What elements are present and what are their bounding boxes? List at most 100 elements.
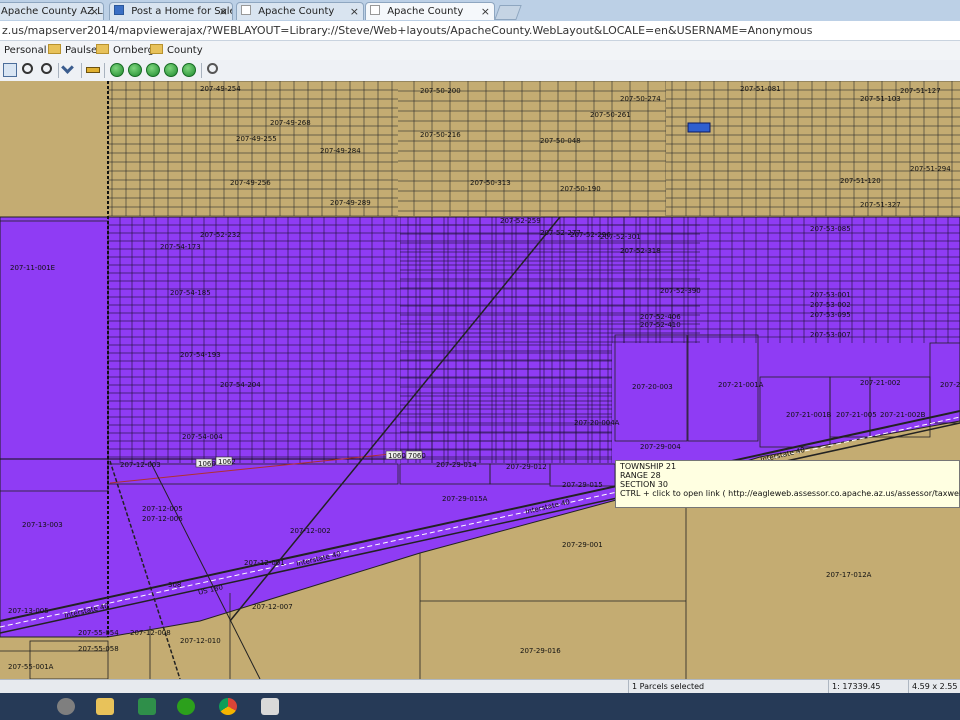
parcel-label: 207-12-007 — [252, 603, 293, 611]
status-selection: 1 Parcels selected — [628, 680, 828, 694]
road-label: 1060 — [198, 460, 216, 468]
parcel-tooltip[interactable]: TOWNSHIP 21 RANGE 28 SECTION 30 CTRL + c… — [615, 460, 960, 508]
close-icon[interactable]: × — [350, 3, 359, 20]
folder-icon[interactable] — [88, 695, 122, 718]
parcel-label: 207-52-301 — [600, 233, 641, 241]
parcel-label: 207-52-410 — [640, 321, 681, 329]
zoom-out-icon[interactable] — [41, 63, 52, 74]
parcel-label: 207-49-255 — [236, 135, 277, 143]
parcel-label: 207-29-012 — [506, 463, 547, 471]
folder-icon — [96, 44, 109, 54]
road-label: 1060 — [388, 452, 406, 460]
parcel-label: 207-51-327 — [860, 201, 901, 209]
parcel-grid — [666, 81, 960, 216]
parcel-label: 207-49-289 — [330, 199, 371, 207]
parcel-label: 207-12-010 — [180, 637, 221, 645]
parcel-label: 207-50-200 — [420, 87, 461, 95]
bookmark-personal[interactable]: Personal — [4, 44, 47, 57]
bookmarks-bar: Personal Paulsen Ornberg County — [0, 41, 960, 61]
close-icon[interactable]: × — [90, 3, 99, 20]
road-label: 7060 — [408, 452, 426, 460]
toolbar-separator — [58, 63, 59, 78]
globe-icon[interactable] — [164, 63, 178, 77]
tab-apache-county-1[interactable]: Apache County × — [236, 2, 364, 20]
parcel-label: 207-20-003 — [632, 383, 673, 391]
parcel-map-canvas[interactable] — [0, 81, 960, 679]
tab-apache-land[interactable]: Apache County AZ Land × — [0, 2, 104, 20]
parcel-label: 207-12-001 — [244, 559, 285, 567]
globe-icon[interactable] — [146, 63, 160, 77]
globe-icon[interactable] — [182, 63, 196, 77]
parcel-label: 207-54-004 — [182, 433, 223, 441]
zoom-rectangle-icon[interactable] — [3, 63, 17, 77]
parcel-label: 207-50-190 — [560, 185, 601, 193]
paint-icon[interactable] — [253, 695, 287, 718]
zillow-favicon-icon — [114, 5, 124, 15]
status-bar: 1 Parcels selected 1: 17339.45 4.59 x 2.… — [0, 679, 960, 705]
globe-icon[interactable] — [110, 63, 124, 77]
tooltip-link[interactable]: CTRL + click to open link ( http://eagle… — [620, 489, 960, 498]
money-icon[interactable] — [130, 695, 164, 718]
parcel-label: 207-29-015 — [562, 481, 603, 489]
parcel-label: 207-12-002 — [290, 527, 331, 535]
parcel-label: 207-54-204 — [220, 381, 261, 389]
parcel-label: 207-52-259 — [500, 217, 541, 225]
parcel-label: 207-21-008 — [940, 381, 960, 389]
road-label: 1062 — [218, 458, 236, 466]
selected-parcel[interactable] — [687, 122, 711, 133]
address-bar[interactable]: z.us/mapserver2014/mapviewerajax/?WEBLAY… — [0, 21, 960, 41]
map-view[interactable]: 1060 1062 1060 7060 Interstate 40 Inters… — [0, 81, 960, 679]
tab-label: Apache County AZ Land — [1, 6, 103, 17]
parcel-label: 207-50-274 — [620, 95, 661, 103]
parcel-label: 207-12-008 — [130, 629, 171, 637]
parcel-label: 207-51-127 — [900, 87, 941, 95]
map-toolbar — [0, 60, 960, 82]
parcel-label: 207-21-002 — [860, 379, 901, 387]
parcel-label: 207-52-318 — [620, 247, 661, 255]
pan-icon[interactable] — [61, 61, 74, 74]
folder-icon — [150, 44, 163, 54]
parcel-label: 207-29-004 — [640, 443, 681, 451]
bookmark-ornberg[interactable]: Ornberg — [96, 44, 154, 57]
measure-icon[interactable] — [86, 67, 100, 73]
parcel-label: 207-21-001A — [718, 381, 764, 389]
parcel-label: 207-55-058 — [78, 645, 119, 653]
new-tab-button[interactable] — [494, 5, 522, 20]
tooltip-range: RANGE 28 — [620, 471, 661, 480]
toolbar-separator — [81, 63, 82, 78]
tab-apache-county-2[interactable]: Apache County × — [365, 2, 495, 20]
tooltip-township: TOWNSHIP 21 — [620, 462, 677, 471]
refresh-icon[interactable] — [207, 63, 218, 74]
tab-post-home[interactable]: Post a Home for Sale | Z × — [109, 2, 233, 20]
quickbooks-icon[interactable] — [169, 695, 203, 718]
status-empty — [0, 680, 628, 694]
status-size: 4.59 x 2.55 (mi) — [908, 680, 960, 705]
parcel-label: 207-50-216 — [420, 131, 461, 139]
parcel-label: 207-12-003 — [120, 461, 161, 469]
bookmark-county[interactable]: County — [150, 44, 203, 57]
parcel-label: 207-21-002B — [880, 411, 926, 419]
parcel-label: 207-53-001 — [810, 291, 851, 299]
parcel-label: 207-29-016 — [520, 647, 561, 655]
tab-bar: Apache County AZ Land × Post a Home for … — [0, 0, 960, 22]
tab-label: Apache County — [387, 6, 464, 17]
chrome-icon[interactable] — [211, 695, 245, 718]
windows-explorer-icon[interactable] — [49, 695, 83, 718]
parcel-label: 207-49-254 — [200, 85, 241, 93]
globe-icon[interactable] — [128, 63, 142, 77]
parcel-label: 207-52-390 — [660, 287, 701, 295]
parcel-label: 207-29-014 — [436, 461, 477, 469]
zoom-in-icon[interactable] — [22, 63, 33, 74]
parcel-label: 207-17-012A — [826, 571, 872, 579]
parcel-label: 207-51-294 — [910, 165, 951, 173]
parcel-label: 207-50-048 — [540, 137, 581, 145]
parcel-label: 207-49-256 — [230, 179, 271, 187]
close-icon[interactable]: × — [219, 3, 228, 20]
parcel-label: 207-51-120 — [840, 177, 881, 185]
parcel-label: 207-53-007 — [810, 331, 851, 339]
windows-taskbar — [0, 693, 960, 720]
toolbar-separator — [104, 63, 105, 78]
parcel-label: 207-12-006 — [142, 515, 183, 523]
close-icon[interactable]: × — [481, 3, 490, 20]
road-label: 308 — [168, 581, 182, 589]
